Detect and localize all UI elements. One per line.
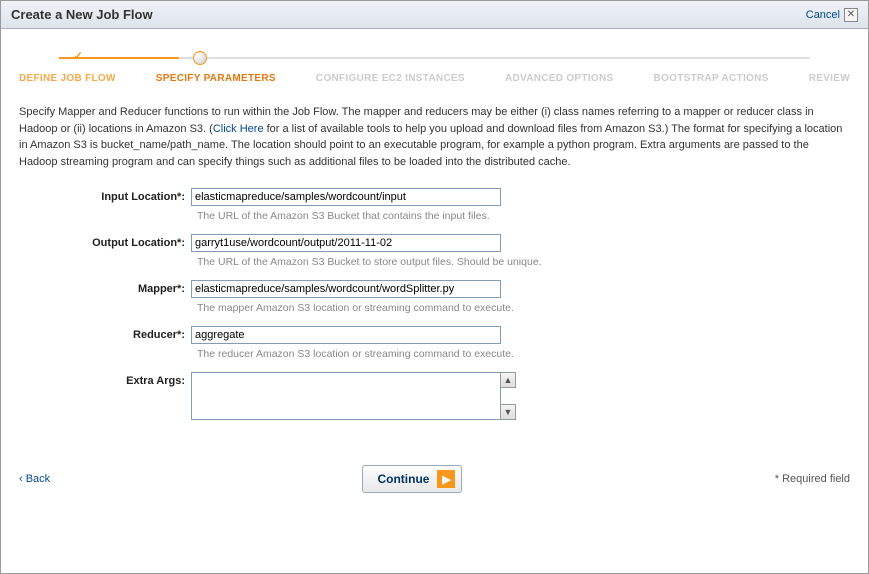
- continue-label: Continue: [377, 472, 429, 486]
- wizard-steps: ✓ DEFINE JOB FLOW SPECIFY PARAMETERS CON…: [1, 29, 868, 92]
- scroll-up-icon[interactable]: ▲: [500, 372, 516, 388]
- help-output-location: The URL of the Amazon S3 Bucket to store…: [197, 256, 850, 268]
- required-field-note: * Required field: [775, 473, 850, 485]
- mapper-field[interactable]: [191, 280, 501, 298]
- close-icon[interactable]: ✕: [844, 8, 858, 22]
- help-input-location: The URL of the Amazon S3 Bucket that con…: [197, 210, 850, 222]
- step-review: REVIEW: [809, 73, 850, 84]
- dialog-title: Create a New Job Flow: [11, 7, 153, 22]
- help-reducer: The reducer Amazon S3 location or stream…: [197, 348, 850, 360]
- row-output-location: Output Location*:: [19, 234, 850, 252]
- label-output-location: Output Location*:: [19, 234, 191, 252]
- label-input-location: Input Location*:: [19, 188, 191, 206]
- step-track: ✓: [19, 49, 850, 69]
- step-labels: DEFINE JOB FLOW SPECIFY PARAMETERS CONFI…: [19, 73, 850, 84]
- label-reducer: Reducer*:: [19, 326, 191, 344]
- step-bootstrap-actions: BOOTSTRAP ACTIONS: [654, 73, 769, 84]
- extra-args-scroll: ▲ ▼: [500, 372, 516, 420]
- output-location-field[interactable]: [191, 234, 501, 252]
- back-link[interactable]: ‹ Back: [19, 473, 50, 485]
- dialog-header: Create a New Job Flow Cancel ✕: [1, 1, 868, 29]
- arrow-right-icon: ▶: [437, 470, 455, 488]
- step-check-icon: ✓: [73, 49, 83, 63]
- continue-button[interactable]: Continue ▶: [362, 465, 462, 493]
- intro-text: Specify Mapper and Reducer functions to …: [19, 104, 850, 170]
- scroll-down-icon[interactable]: ▼: [500, 404, 516, 420]
- step-define-job-flow[interactable]: DEFINE JOB FLOW: [19, 73, 116, 84]
- label-mapper: Mapper*:: [19, 280, 191, 298]
- row-input-location: Input Location*:: [19, 188, 850, 206]
- row-extra-args: Extra Args: ▲ ▼: [19, 372, 850, 420]
- step-specify-parameters[interactable]: SPECIFY PARAMETERS: [156, 73, 276, 84]
- step-current-icon: [193, 51, 207, 65]
- content-area: Specify Mapper and Reducer functions to …: [1, 92, 868, 436]
- label-extra-args: Extra Args:: [19, 372, 191, 420]
- wizard-dialog: Create a New Job Flow Cancel ✕ ✓ DEFINE …: [0, 0, 869, 574]
- header-actions: Cancel ✕: [806, 8, 858, 22]
- reducer-field[interactable]: [191, 326, 501, 344]
- click-here-link[interactable]: Click Here: [213, 123, 264, 135]
- footer: ‹ Back Continue ▶ * Required field: [1, 455, 868, 503]
- step-configure-ec2: CONFIGURE EC2 INSTANCES: [316, 73, 465, 84]
- cancel-link[interactable]: Cancel: [806, 9, 840, 21]
- help-mapper: The mapper Amazon S3 location or streami…: [197, 302, 850, 314]
- extra-args-field[interactable]: [191, 372, 501, 420]
- input-location-field[interactable]: [191, 188, 501, 206]
- step-advanced-options: ADVANCED OPTIONS: [505, 73, 614, 84]
- row-mapper: Mapper*:: [19, 280, 850, 298]
- row-reducer: Reducer*:: [19, 326, 850, 344]
